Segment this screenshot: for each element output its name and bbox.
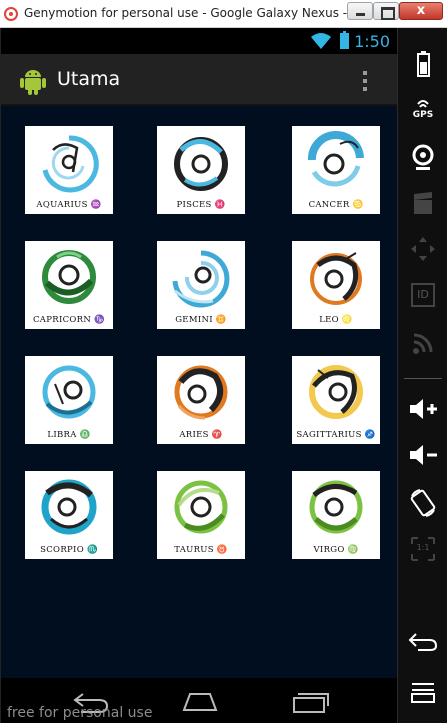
- zodiac-label: CAPRICORN ♑: [32, 315, 105, 325]
- close-button[interactable]: x: [399, 2, 443, 20]
- taurus-emblem-icon: [174, 480, 228, 534]
- zodiac-label: AQUARIUS ♒: [36, 200, 102, 210]
- zodiac-tile-leo[interactable]: LEO ♌: [292, 241, 380, 329]
- gemini-emblem-icon: [172, 250, 230, 308]
- zodiac-label: GEMINI ♊: [175, 315, 227, 325]
- recent-apps-icon[interactable]: [290, 688, 330, 714]
- volume-up-button[interactable]: [406, 394, 440, 424]
- menu-icon: [411, 683, 435, 703]
- navigation-bar: free for personal use: [1, 678, 398, 723]
- overflow-menu-icon[interactable]: [357, 68, 373, 94]
- status-time: 1:50: [354, 32, 390, 51]
- libra-emblem-icon: [42, 365, 96, 419]
- zodiac-tile-taurus[interactable]: TAURUS ♉: [157, 471, 245, 559]
- scale-label: 1:1: [416, 543, 430, 552]
- back-side-button[interactable]: [406, 626, 440, 656]
- wifi-icon: [311, 33, 331, 49]
- zodiac-label: ARIES ♈: [179, 430, 223, 440]
- zodiac-label: VIRGO ♍: [313, 545, 359, 555]
- zodiac-label: PISCES ♓: [176, 200, 226, 210]
- sidebar-divider: [404, 378, 442, 379]
- aries-emblem-icon: [174, 365, 228, 420]
- zodiac-tile-scorpio[interactable]: SCORPIO ♏: [25, 471, 113, 559]
- rss-button: [406, 328, 440, 358]
- volume-up-icon: [410, 399, 437, 419]
- zodiac-tile-libra[interactable]: LIBRA ♎: [25, 356, 113, 444]
- close-icon: x: [416, 3, 426, 18]
- status-bar: 1:50: [1, 28, 398, 54]
- action-bar: Utama: [1, 54, 398, 106]
- genymotion-app-icon: [4, 7, 18, 21]
- id-label: ID: [417, 288, 429, 301]
- zodiac-label: LIBRA ♎: [47, 430, 91, 440]
- back-icon: [408, 633, 438, 651]
- capricorn-emblem-icon: [42, 250, 96, 304]
- screencast-button: [406, 188, 440, 218]
- zodiac-label: TAURUS ♉: [174, 545, 228, 555]
- camera-widget-button[interactable]: [406, 142, 440, 172]
- device-id-button: ID: [406, 280, 440, 310]
- maximize-button[interactable]: [373, 2, 399, 20]
- minimize-button[interactable]: [347, 2, 373, 20]
- volume-down-icon: [410, 445, 437, 465]
- watermark-text: free for personal use: [7, 705, 153, 721]
- battery-icon: [340, 31, 349, 49]
- zodiac-tile-cancer[interactable]: CANCER ♋: [292, 126, 380, 214]
- zodiac-label: LEO ♌: [319, 315, 353, 325]
- zodiac-label: SCORPIO ♏: [40, 545, 98, 555]
- volume-down-button[interactable]: [406, 440, 440, 470]
- zodiac-grid: AQUARIUS ♒ PISCES ♓ CANCER ♋ CAPRICORN ♑…: [1, 106, 398, 678]
- aquarius-emblem-icon: [42, 135, 99, 193]
- rotate-button[interactable]: [406, 488, 440, 518]
- pixel-perfect-button: 1:1: [406, 534, 440, 564]
- gps-widget-button[interactable]: GPS: [406, 96, 440, 126]
- genymotion-sidebar: GPS ID 1:1: [397, 28, 447, 723]
- android-screen: 1:50 Utama AQUARIUS ♒ PISCES ♓ CANCER ♋ …: [0, 28, 398, 723]
- zodiac-tile-virgo[interactable]: VIRGO ♍: [292, 471, 380, 559]
- clapperboard-icon: [414, 192, 432, 214]
- virgo-emblem-icon: [309, 480, 363, 534]
- cancer-emblem-icon: [308, 131, 364, 187]
- battery-widget-icon: [417, 51, 430, 77]
- rotate-icon: [410, 489, 436, 517]
- zodiac-tile-sagittarius[interactable]: SAGITTARIUS ♐: [292, 356, 380, 444]
- rss-icon: [413, 333, 433, 354]
- pisces-emblem-icon: [174, 137, 228, 191]
- zodiac-tile-pisces[interactable]: PISCES ♓: [157, 126, 245, 214]
- action-bar-title: Utama: [57, 68, 121, 90]
- menu-side-button[interactable]: [406, 676, 440, 706]
- zodiac-tile-gemini[interactable]: GEMINI ♊: [157, 241, 245, 329]
- zodiac-tile-aries[interactable]: ARIES ♈: [157, 356, 245, 444]
- window-title-bar: Genymotion for personal use - Google Gal…: [0, 0, 447, 28]
- gps-label: GPS: [412, 110, 434, 120]
- zodiac-label: CANCER ♋: [308, 200, 364, 210]
- home-icon[interactable]: [180, 688, 220, 714]
- battery-widget-button[interactable]: [406, 50, 440, 80]
- zodiac-tile-capricorn[interactable]: CAPRICORN ♑: [25, 241, 113, 329]
- dpad-button: [406, 234, 440, 264]
- leo-emblem-icon: [310, 252, 362, 305]
- emulator-window: Genymotion for personal use - Google Gal…: [0, 0, 447, 723]
- webcam-icon: [412, 144, 434, 170]
- dpad-icon: [411, 237, 435, 261]
- window-title: Genymotion for personal use - Google Gal…: [24, 6, 382, 20]
- android-logo-icon[interactable]: [19, 66, 47, 96]
- scorpio-emblem-icon: [41, 479, 97, 535]
- zodiac-tile-aquarius[interactable]: AQUARIUS ♒: [25, 126, 113, 214]
- zodiac-label: SAGITTARIUS ♐: [296, 430, 376, 440]
- sagittarius-emblem-icon: [309, 365, 363, 419]
